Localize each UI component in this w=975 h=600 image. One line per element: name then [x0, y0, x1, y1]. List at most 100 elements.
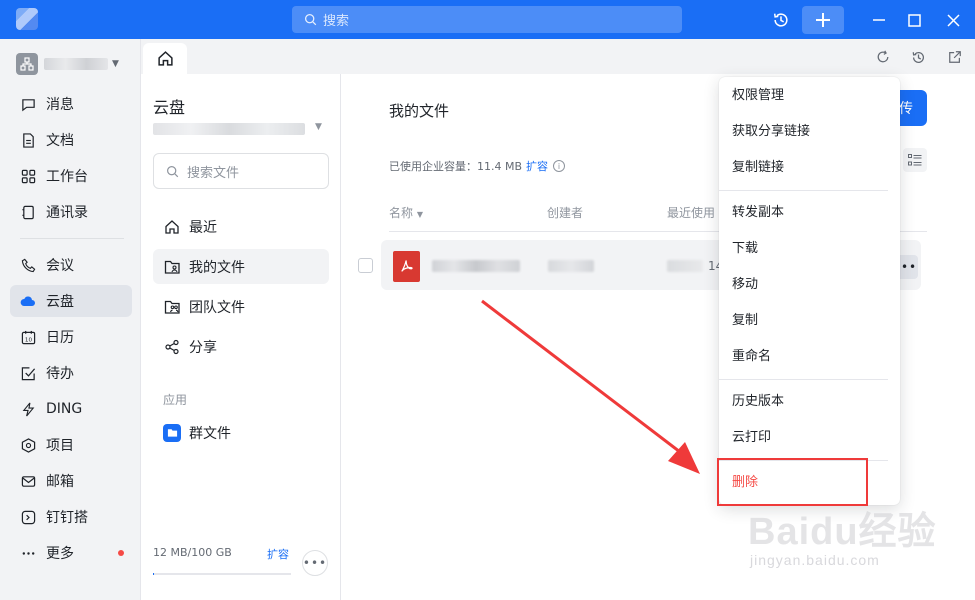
sidebar-item-label: 团队文件: [189, 299, 245, 316]
workbench-icon: [20, 168, 36, 184]
nav-item-projects[interactable]: 项目: [10, 429, 132, 461]
nav-item-label: 通讯录: [46, 205, 88, 221]
list-view-toggle[interactable]: [903, 148, 927, 172]
row-checkbox[interactable]: [358, 258, 373, 273]
column-header-last-used[interactable]: 最近使用: [667, 204, 715, 221]
global-search-input[interactable]: 搜索: [292, 6, 682, 33]
clock-history-icon: [912, 51, 924, 63]
nav-item-cloud-drive[interactable]: 云盘: [10, 285, 132, 317]
menu-item-move[interactable]: 移动: [732, 275, 758, 295]
recent-history-button[interactable]: [910, 49, 926, 65]
creator-name-redacted: [548, 260, 594, 272]
nav-item-label: 待办: [46, 366, 74, 382]
org-icon: [16, 53, 38, 75]
menu-item-rename[interactable]: 重命名: [732, 347, 771, 367]
open-external-button[interactable]: [947, 49, 963, 65]
nav-item-ding[interactable]: DING: [10, 393, 132, 425]
apps-section-label: 应用: [163, 393, 188, 407]
sidebar-item-my-files[interactable]: 我的文件: [153, 249, 329, 284]
tab-strip: [141, 39, 975, 74]
list-view-icon: [908, 154, 922, 166]
sidebar-item-share[interactable]: 分享: [153, 329, 329, 364]
org-switcher[interactable]: ▼: [16, 53, 119, 75]
nav-item-label: 云盘: [46, 294, 74, 310]
global-search-placeholder: 搜索: [323, 14, 350, 29]
menu-item-forward-copy[interactable]: 转发副本: [732, 203, 784, 223]
caret-down-icon[interactable]: ▼: [315, 122, 322, 132]
sync-button[interactable]: [875, 49, 891, 65]
sidebar-item-label: 群文件: [189, 425, 231, 442]
sidebar-item-label: 最近: [189, 219, 217, 236]
nav-divider: [20, 238, 124, 239]
nav-item-docs[interactable]: 文档: [10, 124, 132, 156]
menu-item-copy-link[interactable]: 复制链接: [732, 158, 784, 178]
todo-icon: [20, 365, 36, 381]
maximize-button[interactable]: [901, 7, 927, 33]
history-button[interactable]: [768, 7, 794, 33]
pdf-file-icon: [393, 251, 420, 282]
nav-item-label: 会议: [46, 258, 74, 274]
nav-item-builder[interactable]: 钉钉搭: [10, 501, 132, 533]
nav-item-more[interactable]: 更多: [10, 537, 132, 569]
builder-icon: [20, 509, 36, 525]
nav-item-label: 项目: [46, 438, 74, 454]
storage-usage-text: 已使用企业容量：11.4 MB: [389, 160, 523, 173]
menu-item-version-history[interactable]: 历史版本: [732, 392, 784, 412]
project-icon: [20, 437, 36, 453]
minimize-button[interactable]: [866, 7, 892, 33]
nav-item-contacts[interactable]: 通讯录: [10, 196, 132, 228]
menu-item-download[interactable]: 下载: [732, 239, 758, 259]
column-header-creator: 创建者: [547, 206, 584, 220]
file-search-input[interactable]: 搜索文件: [153, 153, 329, 189]
nav-item-label: 文档: [46, 133, 74, 149]
context-menu: 权限管理 获取分享链接 复制链接 转发副本 下载 移动 复制 重命名 历史版本 …: [719, 77, 900, 505]
cloud-icon: [20, 293, 36, 309]
nav-item-mail[interactable]: 邮箱: [10, 465, 132, 497]
expand-storage-link[interactable]: 扩容: [267, 546, 289, 562]
menu-item-get-share-link[interactable]: 获取分享链接: [732, 122, 810, 142]
nav-item-meetings[interactable]: 会议: [10, 249, 132, 281]
group-folder-icon-wrap: [163, 423, 181, 442]
search-icon: [304, 13, 317, 26]
column-header-name[interactable]: 名称 ▼: [389, 204, 423, 221]
sidebar-item-team-files[interactable]: 团队文件: [153, 289, 329, 324]
nav-item-todo[interactable]: 待办: [10, 357, 132, 389]
close-button[interactable]: [940, 7, 966, 33]
nav-item-messages[interactable]: 消息: [10, 88, 132, 120]
space-owner-redacted[interactable]: [153, 123, 305, 135]
phone-icon: [20, 257, 36, 273]
menu-divider: [719, 379, 888, 380]
clock-history-icon: [773, 13, 788, 27]
close-icon: [946, 13, 960, 27]
upload-button-label: 传: [899, 101, 913, 117]
nav-item-calendar[interactable]: 10 日历: [10, 321, 132, 353]
menu-item-copy[interactable]: 复制: [732, 311, 758, 331]
nav-item-label: 工作台: [46, 169, 88, 185]
plus-icon: [816, 13, 830, 27]
menu-item-cloud-print[interactable]: 云打印: [732, 428, 771, 448]
sidebar-item-group-files[interactable]: 群文件: [153, 415, 329, 450]
expand-capacity-link[interactable]: 扩容: [526, 158, 548, 174]
storage-usage: 已使用企业容量：11.4 MB 扩容 i: [389, 158, 566, 174]
storage-quota-fill: [153, 573, 154, 575]
info-icon[interactable]: i: [553, 160, 566, 172]
sidebar-item-label: 我的文件: [189, 259, 245, 276]
search-icon: [167, 165, 179, 177]
more-icon: •••: [302, 556, 328, 570]
nav-item-label: 钉钉搭: [46, 510, 88, 526]
lightning-icon: [20, 401, 36, 417]
sort-caret-icon: ▼: [416, 210, 423, 219]
sidebar-title: 云盘: [153, 98, 186, 117]
tab-home[interactable]: [143, 43, 187, 74]
nav-item-label: 邮箱: [46, 474, 74, 490]
sidebar-item-recent[interactable]: 最近: [153, 209, 329, 244]
share-icon: [163, 338, 181, 356]
column-header-name-label: 名称: [389, 206, 414, 220]
menu-item-permissions[interactable]: 权限管理: [732, 86, 784, 106]
message-icon: [20, 96, 36, 112]
user-avatar[interactable]: [16, 8, 38, 30]
nav-item-workbench[interactable]: 工作台: [10, 160, 132, 192]
org-name-redacted: [44, 58, 108, 70]
create-button[interactable]: [802, 6, 844, 34]
sidebar-more-button[interactable]: •••: [302, 550, 328, 576]
